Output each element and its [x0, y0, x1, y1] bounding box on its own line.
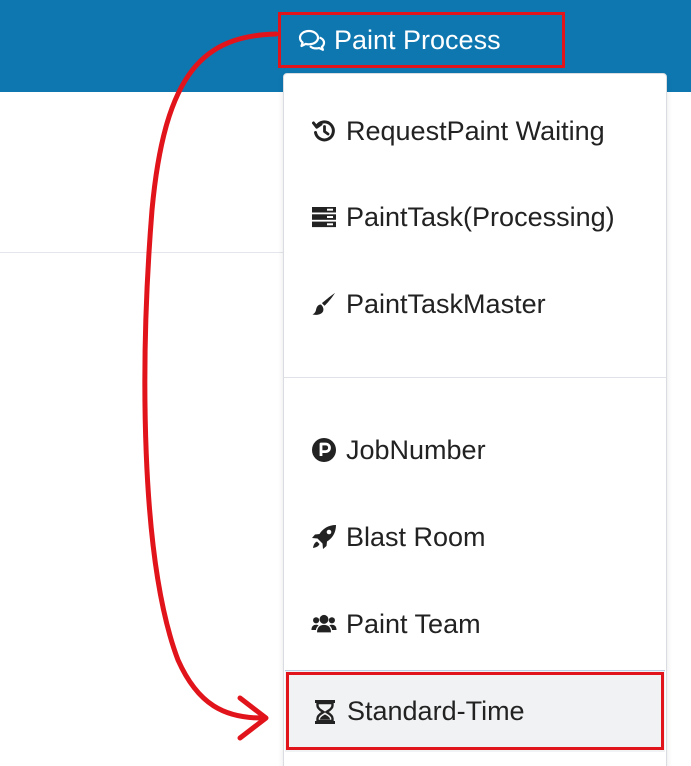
menu-item-label: PaintTaskMaster [346, 288, 546, 319]
content-divider [0, 252, 284, 253]
menu-item-painttask-processing[interactable]: PaintTask(Processing) [284, 187, 666, 247]
menu-item-painttaskmaster[interactable]: PaintTaskMaster [284, 274, 666, 334]
paint-brush-icon [310, 290, 338, 318]
comments-icon [298, 27, 328, 53]
menu-item-label: PaintTask(Processing) [346, 201, 615, 232]
nav-paint-process-label: Paint Process [334, 24, 501, 55]
menu-item-label: Paint Team [346, 608, 481, 639]
paint-process-dropdown-menu: RequestPaint Waiting PaintTask(Processin… [283, 73, 667, 766]
menu-divider [284, 377, 666, 378]
menu-item-paint-team[interactable]: Paint Team [284, 594, 666, 654]
history-icon [310, 117, 338, 145]
menu-item-requestpaint-waiting[interactable]: RequestPaint Waiting [284, 101, 666, 161]
menu-item-label: Standard-Time [347, 696, 525, 726]
users-icon [310, 610, 338, 638]
rocket-icon [310, 523, 338, 551]
hourglass-icon [311, 698, 339, 726]
menu-item-label: Blast Room [346, 521, 486, 552]
menu-item-standard-time[interactable]: Standard-Time [285, 670, 665, 752]
menu-item-label: RequestPaint Waiting [346, 115, 605, 146]
page: Paint Process RequestPaint Waiting Paint… [0, 0, 691, 766]
menu-item-blast-room[interactable]: Blast Room [284, 507, 666, 567]
menu-item-label: JobNumber [346, 434, 486, 465]
parking-icon [310, 436, 338, 464]
server-icon [310, 203, 338, 231]
menu-item-jobnumber[interactable]: JobNumber [284, 420, 666, 480]
nav-paint-process[interactable]: Paint Process [278, 12, 565, 68]
